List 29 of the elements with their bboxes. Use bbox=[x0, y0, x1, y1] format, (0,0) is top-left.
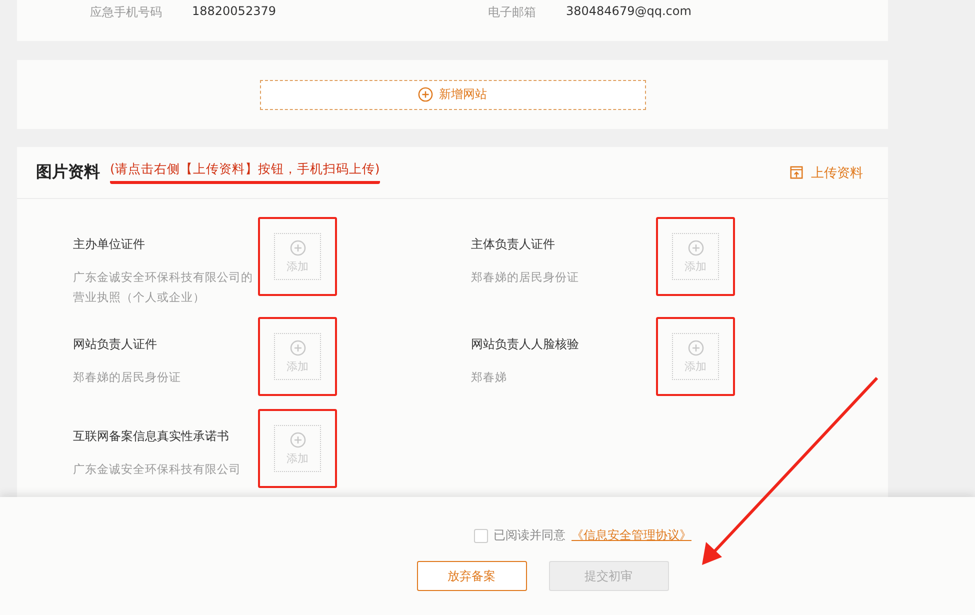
document-title: 主办单位证件 bbox=[73, 236, 146, 253]
field-label: 应急手机号码 bbox=[90, 4, 162, 21]
add-website-button[interactable]: 新增网站 bbox=[260, 80, 646, 110]
document-title: 主体负责人证件 bbox=[471, 236, 556, 253]
document-title: 网站负责人人脸核验 bbox=[471, 336, 580, 353]
upload-button[interactable]: 上传资料 bbox=[783, 162, 869, 182]
document-description: 郑春娣的居民身份证 bbox=[73, 369, 182, 386]
document-description: 郑春娣 bbox=[471, 369, 508, 386]
agreement-text: 已阅读并同意 bbox=[494, 527, 566, 544]
field-label: 电子邮箱 bbox=[488, 4, 536, 21]
agreement-checkbox[interactable] bbox=[474, 528, 488, 542]
plus-circle-icon bbox=[688, 340, 704, 356]
document-description: 郑春娣的居民身份证 bbox=[471, 269, 580, 286]
plus-circle-icon bbox=[418, 87, 433, 102]
plus-circle-icon bbox=[290, 432, 306, 448]
document-description: 广东金诚安全环保科技有限公司的营业执照（个人或企业） bbox=[73, 269, 254, 306]
field-value: 18820052379 bbox=[192, 4, 276, 20]
document-title: 网站负责人证件 bbox=[73, 336, 158, 353]
plus-circle-icon bbox=[290, 240, 306, 256]
document-title: 互联网备案信息真实性承诺书 bbox=[73, 428, 230, 445]
section-title: 图片资料 bbox=[36, 162, 100, 183]
agreement-link[interactable]: 《信息安全管理协议》 bbox=[572, 527, 692, 544]
upload-icon bbox=[789, 165, 804, 180]
plus-circle-icon bbox=[290, 340, 306, 356]
upload-hint: (请点击右侧【上传资料】按钮，手机扫码上传) bbox=[110, 161, 380, 184]
plus-circle-icon bbox=[688, 240, 704, 256]
field-value: 380484679@qq.com bbox=[566, 4, 692, 20]
abandon-button[interactable]: 放弃备案 bbox=[416, 561, 526, 591]
document-description: 广东金诚安全环保科技有限公司 bbox=[73, 461, 242, 478]
